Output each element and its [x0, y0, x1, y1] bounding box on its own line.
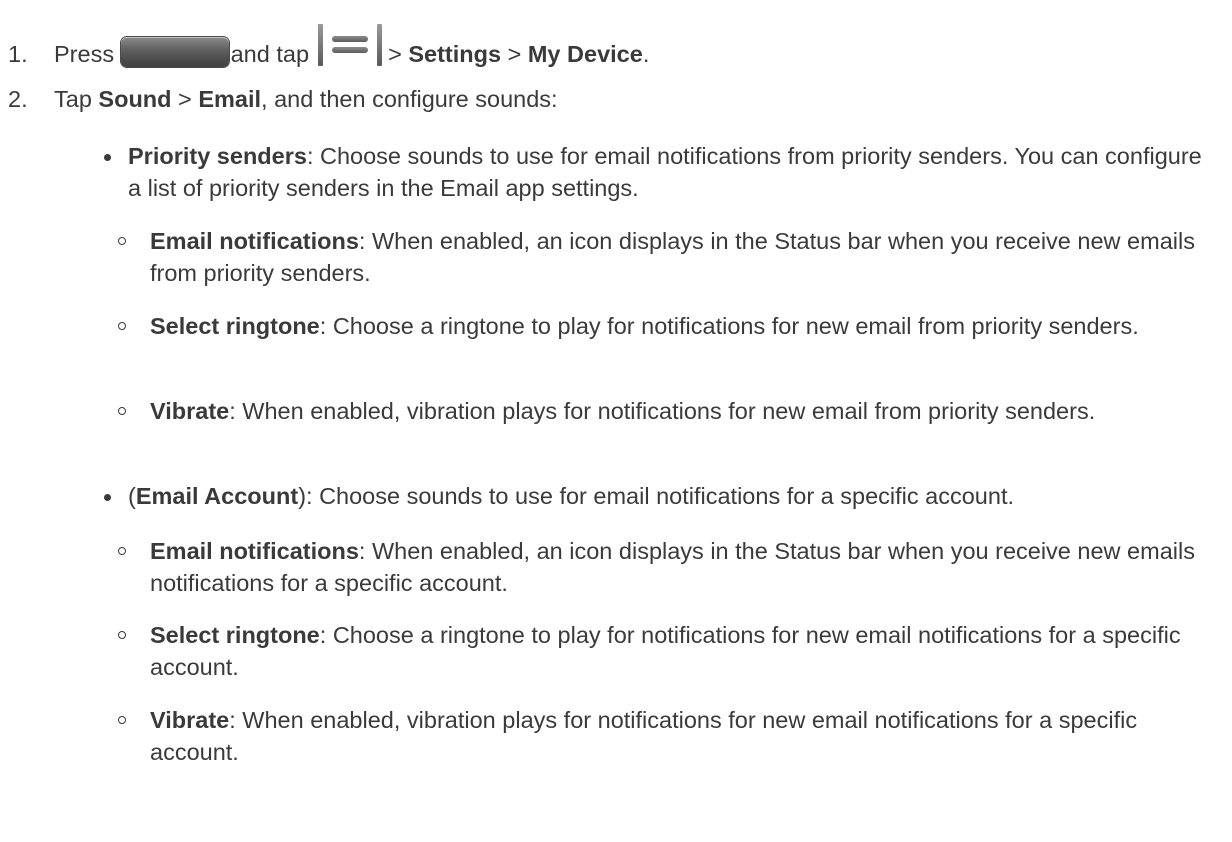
home-key-icon — [120, 37, 229, 67]
circle-bullet-icon — [118, 407, 126, 415]
email-label: Email — [198, 86, 262, 112]
instructions-page: 1. Press and tap > Settings > My Device. … — [0, 0, 1232, 842]
circle-bullet-icon — [118, 237, 126, 245]
list-item: Select ringtone: Choose a ringtone to pl… — [118, 619, 1228, 683]
step-number: 2. — [8, 86, 28, 112]
step-text: Tap — [54, 86, 92, 112]
list-item: Email notifications: When enabled, an ic… — [118, 225, 1228, 289]
step-number: 1. — [8, 41, 28, 67]
option-term: Vibrate — [150, 398, 230, 424]
option-desc: : When enabled, vibration plays for noti… — [229, 398, 1096, 424]
option-term: Email Account — [135, 483, 299, 509]
step-text: , and then configure sounds: — [261, 86, 558, 112]
separator: > — [507, 41, 522, 67]
list-item: Priority senders: Choose sounds to use f… — [104, 140, 1214, 204]
step-text: Press — [54, 41, 115, 67]
circle-bullet-icon — [118, 547, 126, 555]
bullet-icon — [104, 154, 111, 161]
step-text: and tap — [230, 41, 310, 67]
my-device-label: My Device — [527, 41, 643, 67]
step-2: 2. Tap Sound > Email, and then configure … — [8, 83, 558, 115]
settings-label: Settings — [408, 41, 502, 67]
option-term: Vibrate — [150, 707, 230, 733]
circle-bullet-icon — [118, 322, 126, 330]
separator: > — [178, 86, 192, 112]
circle-bullet-icon — [118, 631, 126, 639]
list-item: Email notifications: When enabled, an ic… — [118, 535, 1228, 599]
option-term: Priority senders — [128, 143, 307, 169]
menu-key-icon — [317, 22, 382, 66]
bullet-icon — [104, 494, 111, 501]
option-term: Email notifications — [150, 538, 359, 564]
option-term: Select ringtone — [150, 622, 320, 648]
option-term: Select ringtone — [150, 313, 320, 339]
list-item: Vibrate: When enabled, vibration plays f… — [118, 395, 1228, 427]
list-item: (Email Account): Choose sounds to use fo… — [104, 480, 1214, 512]
separator: > — [388, 41, 402, 67]
option-desc: : Choose a ringtone to play for notifica… — [319, 313, 1139, 339]
sound-label: Sound — [98, 86, 172, 112]
option-term: Email notifications — [150, 228, 359, 254]
option-desc: ): Choose sounds to use for email notifi… — [298, 483, 1014, 509]
circle-bullet-icon — [118, 716, 126, 724]
list-item: Select ringtone: Choose a ringtone to pl… — [118, 310, 1228, 342]
option-desc: : When enabled, vibration plays for noti… — [150, 707, 1138, 765]
list-item: Vibrate: When enabled, vibration plays f… — [118, 704, 1228, 768]
step-1: 1. Press and tap > Settings > My Device. — [8, 22, 649, 70]
